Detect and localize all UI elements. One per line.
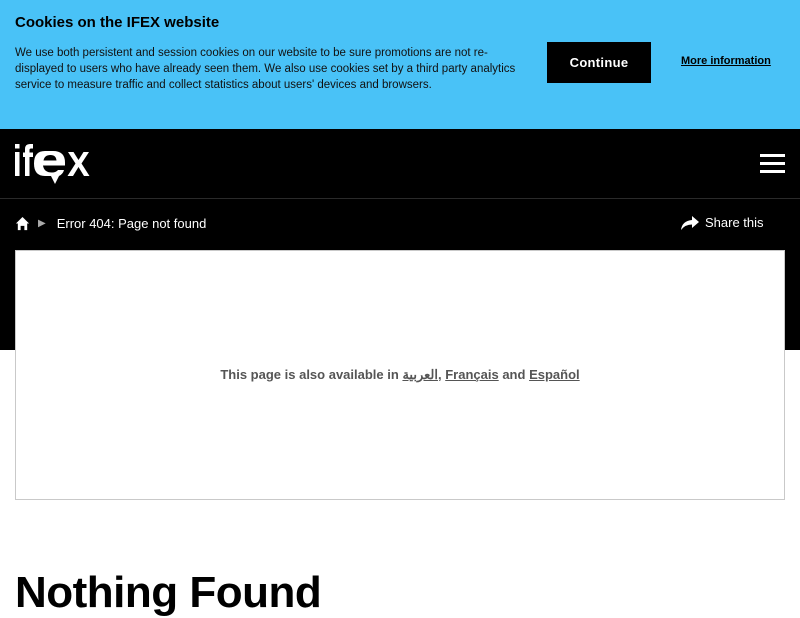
language-prefix: This page is also available in [220, 367, 399, 382]
page-title: Nothing Found [15, 568, 322, 617]
home-icon[interactable] [15, 216, 30, 231]
breadcrumb-current: Error 404: Page not found [56, 215, 207, 231]
cookie-banner-title: Cookies on the IFEX website [15, 14, 220, 31]
hamburger-menu-icon[interactable] [760, 154, 785, 174]
share-label: Share this [705, 215, 764, 230]
language-link-french[interactable]: Français [445, 367, 498, 382]
language-availability-text: This page is also available in العربية, … [220, 367, 579, 383]
hamburger-bar [760, 162, 785, 165]
header-topbar [0, 129, 800, 199]
more-information-link[interactable]: More information [681, 55, 771, 67]
hamburger-bar [760, 154, 785, 157]
breadcrumb: ▶ Error 404: Page not found [15, 214, 206, 232]
language-availability-box: This page is also available in العربية, … [15, 250, 785, 500]
language-link-arabic[interactable]: العربية [402, 367, 438, 382]
language-and: and [502, 367, 526, 382]
continue-button[interactable]: Continue [547, 42, 651, 83]
share-arrow-icon [681, 215, 699, 230]
cookie-banner: Cookies on the IFEX website We use both … [0, 0, 800, 129]
breadcrumb-separator: ▶ [38, 217, 46, 229]
ifex-logo[interactable] [15, 143, 97, 185]
hamburger-bar [760, 170, 785, 173]
share-button[interactable]: Share this [681, 215, 764, 230]
cookie-banner-text: We use both persistent and session cooki… [15, 47, 516, 91]
language-comma: , [437, 367, 442, 382]
language-link-spanish[interactable]: Español [529, 367, 580, 382]
